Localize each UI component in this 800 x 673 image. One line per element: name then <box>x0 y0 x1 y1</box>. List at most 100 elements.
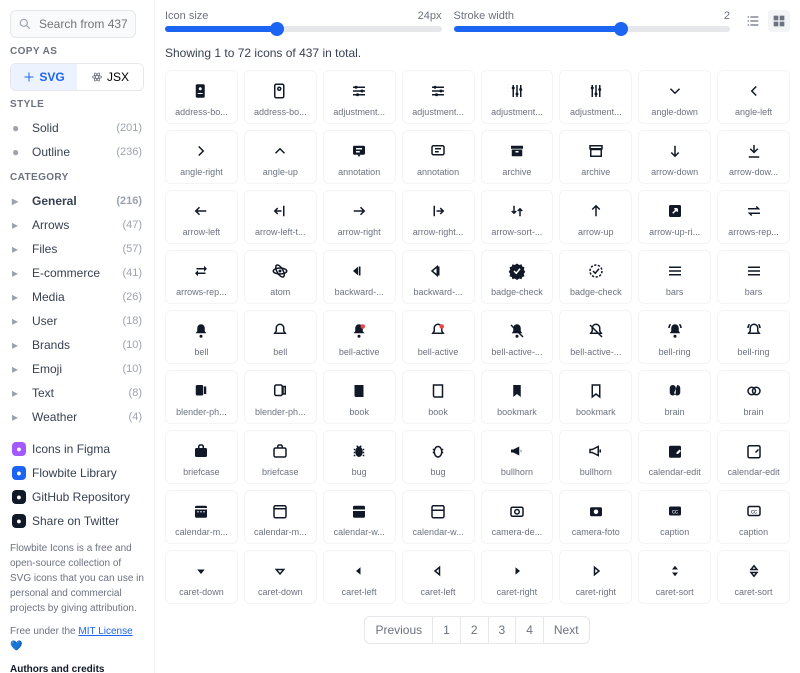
icon-card[interactable]: bell-ring <box>638 310 711 364</box>
page-4[interactable]: 4 <box>515 616 544 644</box>
icon-card[interactable]: caret-right <box>559 550 632 604</box>
page-1[interactable]: 1 <box>432 616 461 644</box>
mit-license-link[interactable]: MIT License <box>78 626 132 637</box>
icon-card[interactable]: briefcase <box>244 430 317 484</box>
icon-card[interactable]: caption <box>638 490 711 544</box>
style-filter-solid[interactable]: ●Solid(201) <box>10 116 144 140</box>
icon-card[interactable]: calendar-edit <box>638 430 711 484</box>
view-grid-button[interactable] <box>768 10 790 32</box>
view-list-button[interactable] <box>742 10 764 32</box>
icon-card[interactable]: angle-up <box>244 130 317 184</box>
category-weather[interactable]: ▸Weather(4) <box>10 405 144 429</box>
icon-card[interactable]: caret-down <box>165 550 238 604</box>
icon-card[interactable]: caret-right <box>481 550 554 604</box>
icon-card[interactable]: address-bo... <box>165 70 238 124</box>
page-2[interactable]: 2 <box>460 616 489 644</box>
icon-card[interactable]: calendar-m... <box>165 490 238 544</box>
icon-card[interactable]: bell-active <box>323 310 396 364</box>
icon-card[interactable]: arrow-left <box>165 190 238 244</box>
icon-card[interactable]: blender-ph... <box>244 370 317 424</box>
icon-card[interactable]: bell <box>244 310 317 364</box>
icon-size-slider[interactable]: Icon size24px <box>165 10 442 32</box>
icon-card[interactable]: blender-ph... <box>165 370 238 424</box>
icon-card[interactable]: backward-... <box>323 250 396 304</box>
icon-card[interactable]: arrows-rep... <box>717 190 790 244</box>
icon-card[interactable]: bell-active-... <box>481 310 554 364</box>
icon-card[interactable]: archive <box>559 130 632 184</box>
icon-card[interactable]: archive <box>481 130 554 184</box>
icon-card[interactable]: caret-down <box>244 550 317 604</box>
copy-as-jsx[interactable]: JSX <box>77 64 143 90</box>
icon-card[interactable]: bug <box>402 430 475 484</box>
icon-card[interactable]: camera-foto <box>559 490 632 544</box>
icon-card[interactable]: arrow-left-t... <box>244 190 317 244</box>
icon-card[interactable]: angle-left <box>717 70 790 124</box>
icon-card[interactable]: bell-active-... <box>559 310 632 364</box>
icon-card[interactable]: backward-... <box>402 250 475 304</box>
icon-card[interactable]: calendar-edit <box>717 430 790 484</box>
icon-card[interactable]: brain <box>717 370 790 424</box>
category-arrows[interactable]: ▸Arrows(47) <box>10 213 144 237</box>
icon-card[interactable]: annotation <box>323 130 396 184</box>
icon-card[interactable]: bell-ring <box>717 310 790 364</box>
category-e-commerce[interactable]: ▸E-commerce(41) <box>10 261 144 285</box>
icon-card[interactable]: badge-check <box>559 250 632 304</box>
icon-card[interactable]: annotation <box>402 130 475 184</box>
style-filter-outline[interactable]: ●Outline(236) <box>10 140 144 164</box>
icon-card[interactable]: adjustment... <box>402 70 475 124</box>
icon-card[interactable]: caret-left <box>402 550 475 604</box>
category-media[interactable]: ▸Media(26) <box>10 285 144 309</box>
icon-card[interactable]: arrow-right... <box>402 190 475 244</box>
icon-card[interactable]: calendar-w... <box>323 490 396 544</box>
icon-card[interactable]: camera-de... <box>481 490 554 544</box>
link-flowbite-library[interactable]: ●Flowbite Library <box>10 461 144 485</box>
category-brands[interactable]: ▸Brands(10) <box>10 333 144 357</box>
icon-card[interactable]: bookmark <box>559 370 632 424</box>
icon-card[interactable]: bullhorn <box>559 430 632 484</box>
icon-card[interactable]: brain <box>638 370 711 424</box>
link-share-on-twitter[interactable]: ●Share on Twitter <box>10 509 144 533</box>
icon-card[interactable]: angle-down <box>638 70 711 124</box>
icon-card[interactable]: arrows-rep... <box>165 250 238 304</box>
category-emoji[interactable]: ▸Emoji(10) <box>10 357 144 381</box>
icon-card[interactable]: caret-left <box>323 550 396 604</box>
icon-card[interactable]: caret-sort <box>717 550 790 604</box>
page-prev[interactable]: Previous <box>364 616 433 644</box>
icon-card[interactable]: arrow-dow... <box>717 130 790 184</box>
icon-card[interactable]: calendar-m... <box>244 490 317 544</box>
icon-card[interactable]: arrow-sort-... <box>481 190 554 244</box>
icon-card[interactable]: bell <box>165 310 238 364</box>
page-next[interactable]: Next <box>543 616 590 644</box>
icon-card[interactable]: book <box>402 370 475 424</box>
icon-card[interactable]: arrow-up <box>559 190 632 244</box>
link-icons-in-figma[interactable]: ●Icons in Figma <box>10 437 144 461</box>
icon-card[interactable]: arrow-down <box>638 130 711 184</box>
icon-card[interactable]: arrow-right <box>323 190 396 244</box>
icon-card[interactable]: bug <box>323 430 396 484</box>
icon-card[interactable]: book <box>323 370 396 424</box>
category-general[interactable]: ▸General(216) <box>10 189 144 213</box>
icon-card[interactable]: adjustment... <box>323 70 396 124</box>
icon-card[interactable]: arrow-up-ri... <box>638 190 711 244</box>
link-github-repository[interactable]: ●GitHub Repository <box>10 485 144 509</box>
icon-card[interactable]: address-bo... <box>244 70 317 124</box>
icon-card[interactable]: caption <box>717 490 790 544</box>
category-user[interactable]: ▸User(18) <box>10 309 144 333</box>
icon-card[interactable]: atom <box>244 250 317 304</box>
icon-card[interactable]: bell-active <box>402 310 475 364</box>
icon-card[interactable]: bookmark <box>481 370 554 424</box>
icon-card[interactable]: angle-right <box>165 130 238 184</box>
icon-card[interactable]: bars <box>717 250 790 304</box>
icon-card[interactable]: bullhorn <box>481 430 554 484</box>
icon-card[interactable]: adjustment... <box>559 70 632 124</box>
copy-as-svg[interactable]: SVG <box>11 64 77 90</box>
icon-card[interactable]: badge-check <box>481 250 554 304</box>
category-files[interactable]: ▸Files(57) <box>10 237 144 261</box>
category-text[interactable]: ▸Text(8) <box>10 381 144 405</box>
icon-card[interactable]: caret-sort <box>638 550 711 604</box>
icon-card[interactable]: adjustment... <box>481 70 554 124</box>
page-3[interactable]: 3 <box>488 616 517 644</box>
icon-card[interactable]: briefcase <box>165 430 238 484</box>
stroke-width-slider[interactable]: Stroke width2 <box>454 10 731 32</box>
icon-card[interactable]: bars <box>638 250 711 304</box>
